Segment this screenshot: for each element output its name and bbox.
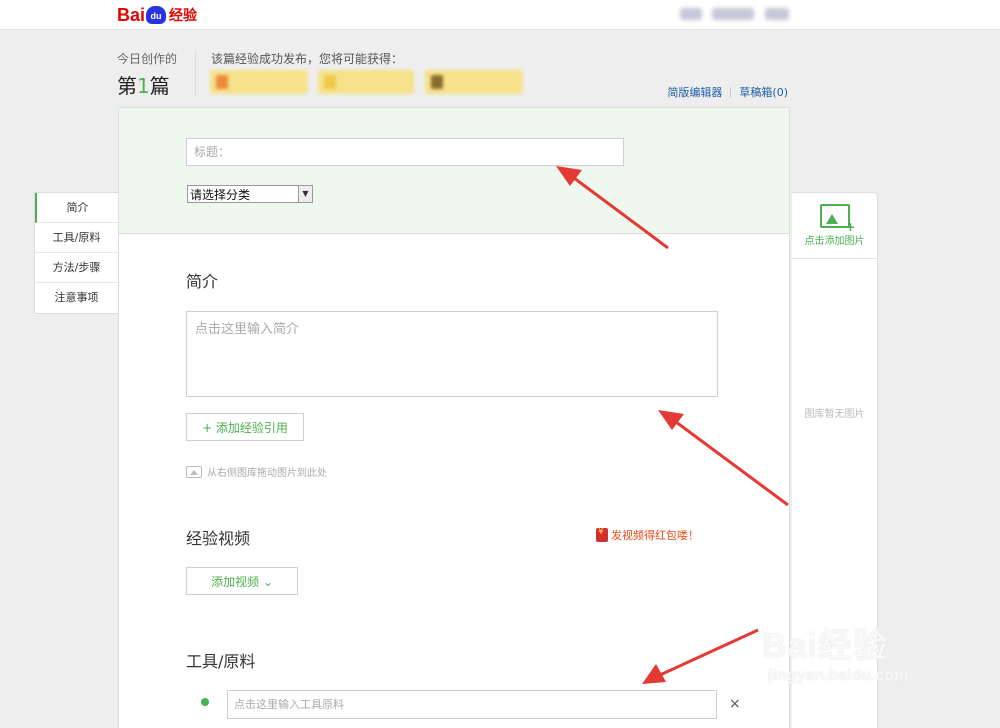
user-name-blurred[interactable] [712, 8, 754, 20]
category-value: 请选择分类 [190, 187, 251, 202]
reward-badge-1 [210, 70, 308, 94]
nav-item-notes[interactable]: 注意事项 [35, 283, 118, 313]
title-section: 请选择分类 ▼ [119, 108, 789, 234]
drag-image-hint: 从右侧图库拖动图片到此处 [186, 464, 327, 479]
add-image-button[interactable]: 点击添加图片 [792, 193, 877, 259]
simple-editor-link[interactable]: 简版编辑器 [667, 84, 722, 100]
baidu-watermark: Bai经验 jingyan.baidu.com [762, 618, 982, 710]
logo-text-bai: Bai [117, 4, 146, 25]
dropdown-arrow-icon[interactable]: ▼ [298, 186, 312, 202]
link-separator [730, 86, 732, 98]
top-bar: Bai du 经验 [0, 0, 1000, 30]
reward-label: 该篇经验成功发布，您将可能获得： [211, 52, 404, 66]
drag-hint-text: 从右侧图库拖动图片到此处 [207, 468, 327, 479]
intro-heading: 简介 [186, 272, 219, 291]
baidu-jingyan-logo[interactable]: Bai du 经验 [117, 5, 197, 25]
count-prefix: 第 [117, 74, 137, 98]
user-avatar-blurred[interactable] [680, 8, 702, 20]
logo-text-jingyan: 经验 [169, 8, 198, 24]
count-suffix: 篇 [149, 74, 170, 98]
watermark-logo: Bai经验 [762, 627, 888, 665]
count-number: 1 [137, 74, 150, 98]
add-video-button[interactable]: 添加视频 ⌄ [186, 567, 298, 595]
intro-textarea[interactable] [186, 311, 718, 397]
logo-paw-icon: du [146, 6, 167, 24]
remove-tool-icon[interactable]: × [729, 696, 741, 712]
add-reference-button[interactable]: + 添加经验引用 [186, 413, 304, 441]
nav-item-tools[interactable]: 工具/原料 [35, 223, 118, 253]
tools-heading: 工具/原料 [186, 652, 256, 671]
category-select[interactable]: 请选择分类 ▼ [187, 185, 313, 203]
watermark-url: jingyan.baidu.com [768, 667, 909, 684]
reward-icon [324, 75, 336, 89]
user-menu-blurred[interactable] [765, 8, 789, 20]
nav-item-steps[interactable]: 方法/步骤 [35, 253, 118, 283]
editor-links: 简版编辑器 草稿箱(0) [667, 84, 788, 100]
tool-input[interactable] [227, 690, 717, 719]
editor-panel: 请选择分类 ▼ 简介 + 添加经验引用 从右侧图库拖动图片到此处 经验视频 发视… [118, 107, 790, 728]
reward-icon [431, 75, 443, 89]
add-image-label: 点击添加图片 [804, 236, 865, 247]
gallery-empty-label: 图库暂无图片 [804, 409, 865, 420]
drafts-link[interactable]: 草稿箱(0) [739, 84, 788, 100]
nav-item-intro[interactable]: 简介 [35, 193, 118, 223]
reward-icon [216, 75, 228, 89]
reward-badge-2 [318, 70, 414, 94]
image-icon [186, 465, 202, 478]
red-envelope-icon [596, 527, 608, 542]
video-heading: 经验视频 [186, 529, 251, 548]
add-image-icon [819, 204, 856, 234]
divider [195, 50, 196, 96]
video-promo[interactable]: 发视频得红包喽！ [596, 527, 699, 543]
title-input[interactable] [186, 138, 624, 166]
today-count: 第1篇 [117, 70, 170, 99]
today-label: 今日创作的 [117, 52, 178, 66]
section-nav: 简介 工具/原料 方法/步骤 注意事项 [34, 192, 118, 314]
video-promo-text: 发视频得红包喽！ [611, 529, 699, 542]
reward-badge-3 [425, 70, 523, 94]
bullet-dot-icon [201, 698, 209, 706]
